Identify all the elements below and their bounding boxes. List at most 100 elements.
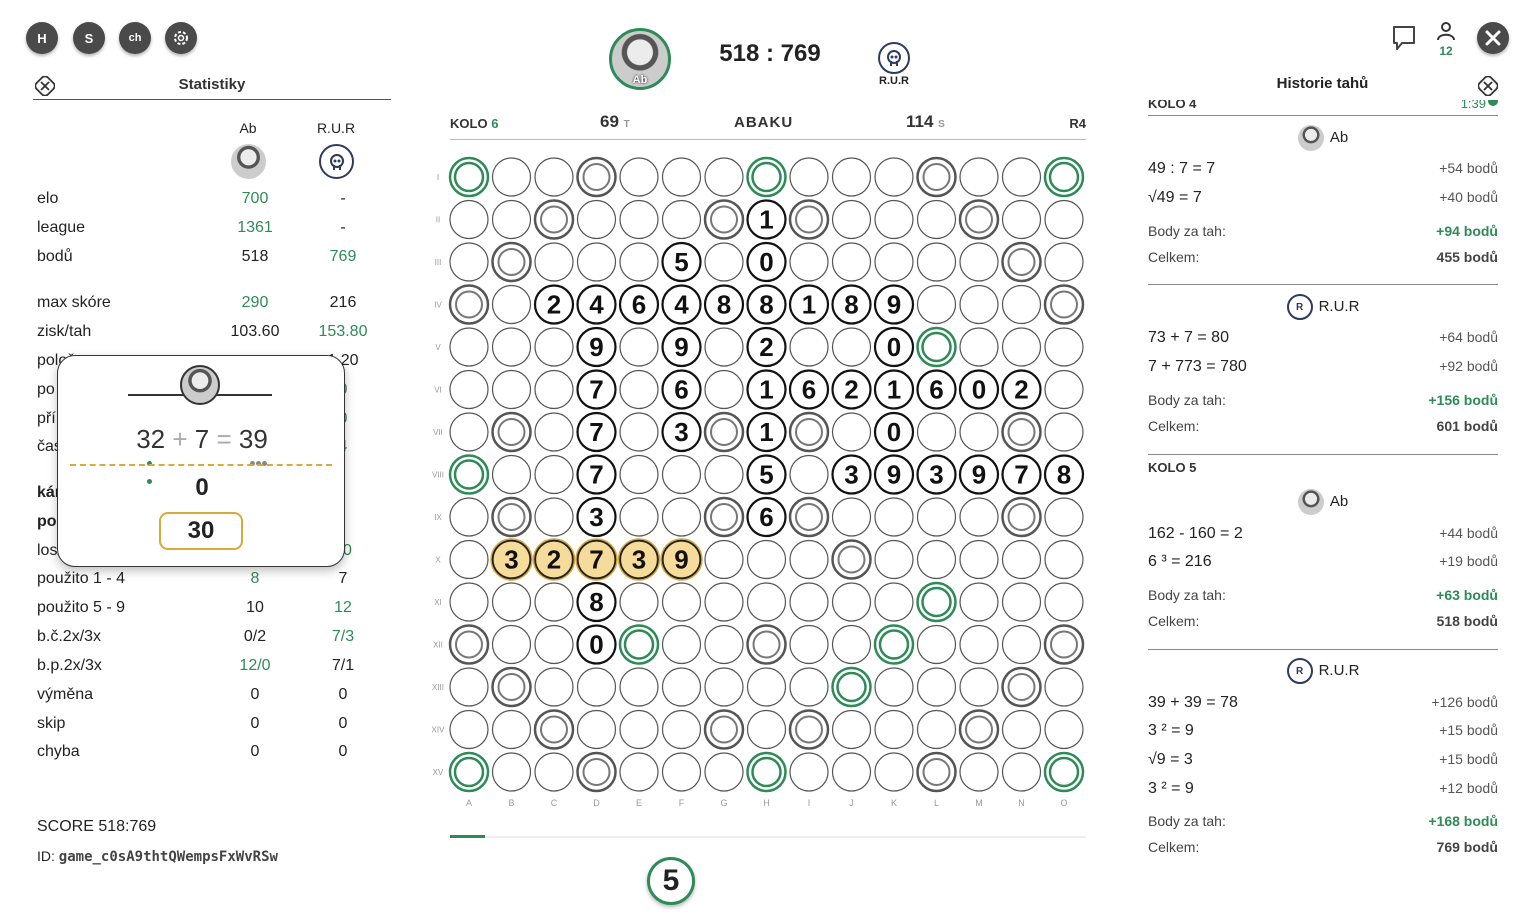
board-cell[interactable]	[959, 412, 999, 452]
bonus-cell-grey[interactable]	[958, 199, 1000, 240]
close-history-button[interactable]	[1477, 75, 1499, 102]
board-cell[interactable]	[916, 709, 957, 750]
board-cell[interactable]	[491, 157, 532, 197]
bonus-cell-green[interactable]	[448, 751, 490, 793]
bonus-cell-grey[interactable]	[703, 199, 745, 240]
bonus-cell-grey[interactable]	[576, 156, 617, 198]
board-cell[interactable]	[449, 327, 489, 367]
board-cell[interactable]	[704, 157, 744, 197]
board-cell[interactable]	[874, 497, 914, 537]
board-cell[interactable]	[576, 199, 617, 240]
board-cell[interactable]	[576, 667, 617, 707]
board-cell[interactable]: 8	[746, 284, 787, 325]
bonus-cell-grey[interactable]	[1001, 241, 1042, 283]
board-cell[interactable]: 1	[746, 199, 787, 240]
messages-button[interactable]	[1392, 25, 1416, 56]
board-cell[interactable]	[1001, 752, 1042, 792]
board-cell[interactable]	[619, 199, 659, 240]
board-cell[interactable]: 7	[1001, 454, 1042, 495]
board-cell[interactable]	[704, 539, 744, 580]
board-cell[interactable]	[874, 752, 914, 792]
board-cell[interactable]	[704, 624, 744, 665]
board-cell[interactable]	[831, 327, 872, 367]
board-cell[interactable]	[959, 582, 999, 622]
board-cell[interactable]	[874, 539, 914, 580]
board-cell[interactable]	[746, 667, 787, 707]
board-cell[interactable]	[959, 284, 999, 325]
board-cell[interactable]: 9	[873, 284, 915, 325]
chat-button[interactable]: ch	[119, 22, 151, 54]
board-cell[interactable]	[576, 709, 617, 750]
board-cell[interactable]	[661, 709, 702, 750]
board-cell[interactable]: 2	[831, 369, 872, 410]
bonus-cell-grey[interactable]	[788, 199, 830, 240]
board-cell[interactable]	[449, 709, 489, 750]
board-cell[interactable]	[619, 752, 659, 792]
board-cell[interactable]	[619, 497, 659, 537]
settings-button[interactable]	[165, 22, 197, 54]
board-grid[interactable]: IIIIIIIVVVIVIIVIIIIXXXIXIIXIIIXIVXVA B C D E…	[410, 0, 1126, 820]
board-cell[interactable]	[831, 582, 872, 622]
board-cell[interactable]: 9	[958, 454, 1000, 495]
board-cell[interactable]	[1044, 539, 1084, 580]
bonus-cell-grey[interactable]	[533, 709, 575, 750]
board-cell[interactable]	[661, 752, 702, 792]
board-cell[interactable]	[449, 412, 489, 452]
bonus-cell-green[interactable]	[746, 751, 787, 793]
board-cell[interactable]	[789, 242, 829, 282]
board-cell[interactable]	[831, 624, 872, 665]
bonus-cell-grey[interactable]	[491, 241, 532, 283]
board-cell[interactable]	[491, 624, 532, 665]
board-cell[interactable]	[534, 454, 574, 495]
bonus-cell-grey[interactable]	[491, 411, 532, 453]
board-cell[interactable]: 8	[576, 581, 617, 623]
board-cell[interactable]	[746, 709, 787, 750]
bonus-cell-green[interactable]	[916, 581, 957, 623]
board-cell[interactable]	[789, 624, 829, 665]
board-cell[interactable]: 9	[660, 538, 703, 581]
board-cell[interactable]	[704, 582, 744, 622]
board-cell[interactable]	[789, 157, 829, 197]
board-cell[interactable]	[959, 327, 999, 367]
board-cell[interactable]	[491, 709, 532, 750]
board-cell[interactable]	[491, 327, 532, 367]
board-cell[interactable]	[831, 709, 872, 750]
bonus-cell-grey[interactable]	[491, 496, 532, 538]
board-cell[interactable]	[1044, 242, 1084, 282]
board-cell[interactable]: 7	[576, 369, 617, 410]
bonus-cell-grey[interactable]	[788, 496, 830, 538]
board-cell[interactable]	[1044, 199, 1084, 240]
bonus-cell-green[interactable]	[873, 624, 915, 665]
board-cell[interactable]: 6	[788, 369, 830, 410]
board-cell[interactable]	[619, 709, 659, 750]
board-cell[interactable]	[1001, 284, 1042, 325]
board-cell[interactable]	[874, 709, 914, 750]
board-cell[interactable]	[1001, 709, 1042, 750]
board-cell[interactable]: 3	[916, 454, 957, 495]
bonus-cell-grey[interactable]	[746, 624, 787, 665]
board-cell[interactable]	[959, 539, 999, 580]
board-cell[interactable]	[1044, 369, 1084, 410]
board-cell[interactable]	[874, 667, 914, 707]
board-cell[interactable]	[449, 242, 489, 282]
bonus-cell-grey[interactable]	[448, 284, 490, 325]
board-cell[interactable]	[1044, 412, 1084, 452]
board-cell[interactable]	[874, 582, 914, 622]
board-cell[interactable]	[831, 497, 872, 537]
close-game-button[interactable]	[1477, 22, 1509, 54]
board-cell[interactable]	[619, 242, 659, 282]
board-cell[interactable]: 8	[831, 284, 872, 325]
board-cell[interactable]	[534, 412, 574, 452]
board-cell[interactable]	[831, 412, 872, 452]
player-tile-rack[interactable]: 5	[647, 857, 695, 905]
board-cell[interactable]	[619, 327, 659, 367]
board-cell[interactable]	[449, 199, 489, 240]
board-cell[interactable]	[789, 667, 829, 707]
bonus-cell-grey[interactable]	[831, 539, 872, 580]
board-cell[interactable]: 5	[661, 241, 702, 283]
bonus-cell-green[interactable]	[831, 666, 872, 708]
board-cell[interactable]	[916, 624, 957, 665]
board-cell[interactable]: 1	[746, 411, 787, 453]
board-cell[interactable]: 7	[576, 454, 617, 495]
board-cell[interactable]	[491, 369, 532, 410]
